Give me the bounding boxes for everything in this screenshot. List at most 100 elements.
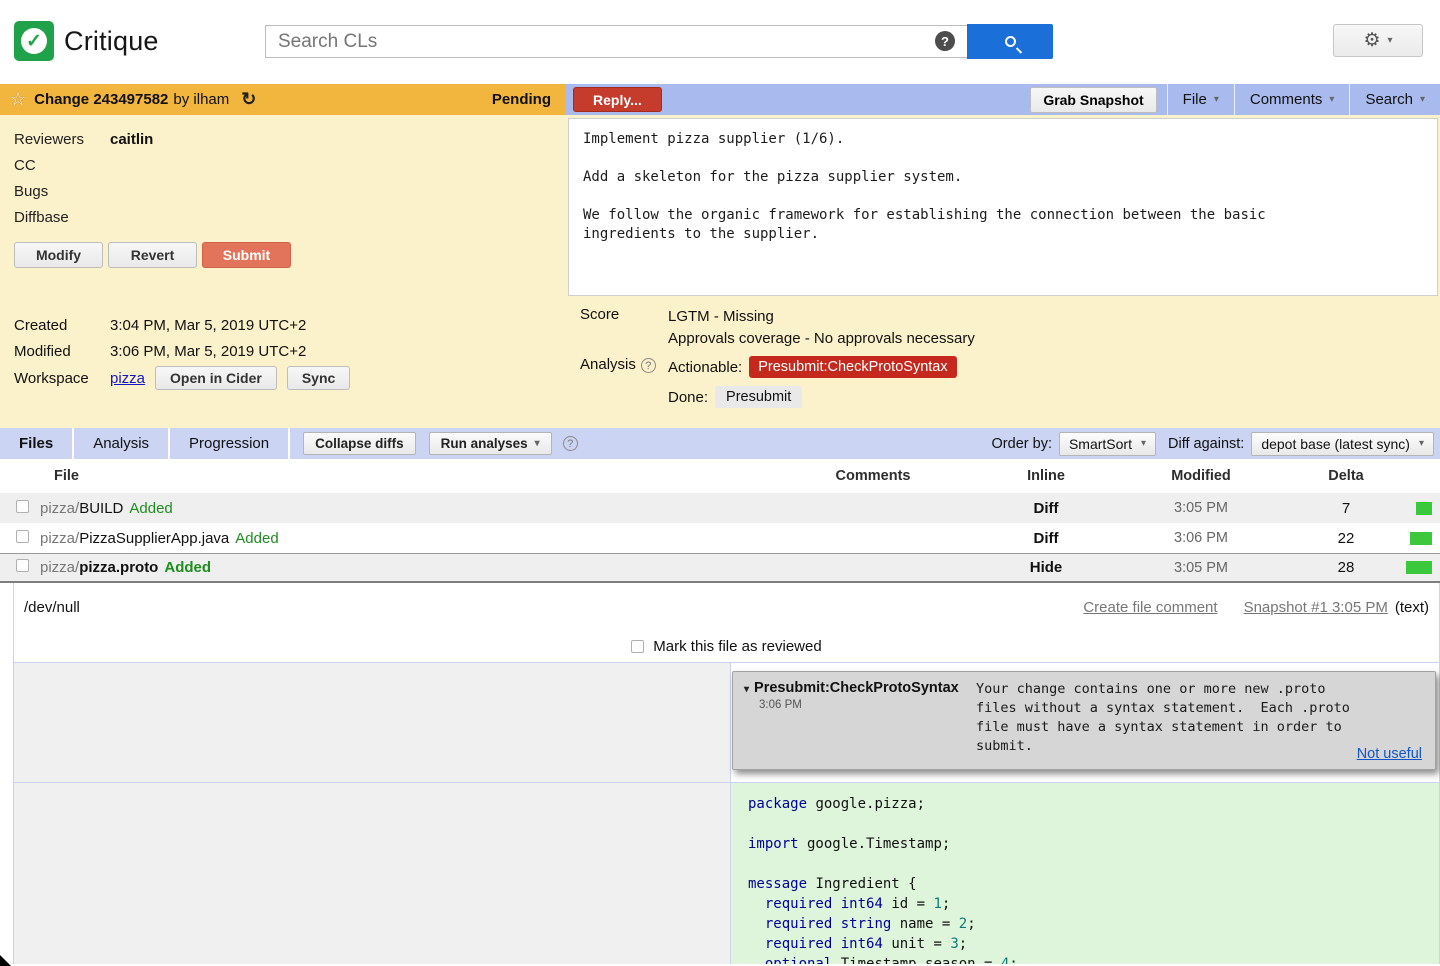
snapshot-link[interactable]: Snapshot #1 3:05 PM (1244, 599, 1388, 616)
diff-old-side-empty (14, 663, 731, 783)
check-icon: ✓ (21, 28, 47, 54)
change-title: Change 243497582 (34, 91, 168, 108)
score-lgtm: LGTM - Missing (668, 308, 774, 325)
code-line: required int64 unit = 3; (748, 934, 1439, 954)
diffbase-label: Diffbase (14, 205, 110, 231)
reviewers-row: Reviewers caitlin (14, 127, 565, 153)
file-checkbox[interactable] (16, 559, 29, 572)
bugs-row: Bugs (14, 179, 565, 205)
corner-wedge-icon (0, 955, 11, 966)
analyses-help-icon[interactable]: ? (563, 436, 578, 451)
workspace-link[interactable]: pizza (110, 370, 145, 387)
search-menu[interactable]: Search ▾ (1349, 84, 1440, 115)
file-delta: 28 (1296, 559, 1396, 576)
grab-snapshot-button[interactable]: Grab Snapshot (1030, 87, 1156, 113)
file-checkbox[interactable] (16, 500, 29, 513)
search-bar: ? (265, 24, 1053, 59)
chevron-down-icon: ▾ (1420, 94, 1425, 105)
sync-button[interactable]: Sync (287, 366, 350, 390)
modify-button[interactable]: Modify (14, 242, 103, 268)
settings-button[interactable]: ⚙ ▾ (1333, 24, 1423, 57)
search-button[interactable] (967, 24, 1053, 59)
create-file-comment-link[interactable]: Create file comment (1083, 599, 1217, 616)
file-row-pizza-proto[interactable]: pizza/pizza.protoAdded Hide 3:05 PM 28 (0, 553, 1440, 583)
analysis-help-icon[interactable]: ? (641, 358, 656, 373)
cl-summary: ☆ Change 243497582 by ilham ↻ Pending (0, 84, 565, 115)
code-line: required int64 id = 1; (748, 894, 1439, 914)
not-useful-link[interactable]: Not useful (1357, 746, 1422, 762)
file-row-pizzasupplierapp[interactable]: pizza/PizzaSupplierApp.javaAdded Diff 3:… (0, 523, 1440, 553)
diff-link[interactable]: Diff (1034, 500, 1059, 517)
order-by-label: Order by: (992, 436, 1052, 452)
diff-old-side-empty (14, 783, 731, 964)
chevron-down-icon: ▾ (1141, 438, 1146, 449)
finding-title: Presubmit:CheckProtoSyntax (754, 680, 959, 696)
order-by-select[interactable]: SmartSort ▾ (1059, 432, 1156, 456)
file-diff-view: /dev/null Create file comment Snapshot #… (13, 583, 1440, 964)
chevron-down-icon: ▾ (1419, 438, 1424, 449)
app-title: Critique (64, 26, 159, 57)
diff-against-select[interactable]: depot base (latest sync) ▾ (1251, 432, 1434, 456)
col-inline: Inline (986, 468, 1106, 484)
open-in-cider-button[interactable]: Open in Cider (155, 366, 277, 390)
score-row: Score LGTM - Missing Approvals coverage … (568, 306, 1438, 349)
refresh-icon[interactable]: ↻ (241, 89, 256, 110)
old-file-path: /dev/null (24, 599, 80, 616)
star-icon[interactable]: ☆ (10, 89, 26, 110)
col-file: File (40, 468, 760, 484)
code-line (748, 814, 1439, 834)
file-checkbox[interactable] (16, 530, 29, 543)
status-badge: Pending (492, 91, 551, 108)
created-label: Created (14, 317, 110, 334)
code-line (748, 854, 1439, 874)
submit-button[interactable]: Submit (202, 242, 291, 268)
cl-info-panel: Reviewers caitlin CC Bugs Diffbase Modif… (0, 115, 1440, 428)
chevron-down-icon: ▾ (1214, 94, 1219, 105)
diffbase-row: Diffbase (14, 205, 565, 231)
workspace-row: Workspace pizza Open in Cider Sync (14, 365, 565, 392)
app-header: ✓ Critique ? ⚙ ▾ (0, 0, 1440, 84)
collapse-triangle-icon[interactable]: ▾ (744, 684, 749, 695)
tab-analysis[interactable]: Analysis (74, 428, 170, 459)
file-name: pizza.proto (79, 559, 158, 576)
collapse-diffs-button[interactable]: Collapse diffs (303, 432, 416, 455)
comments-menu[interactable]: Comments ▾ (1234, 84, 1350, 115)
files-tab-strip: Files Analysis Progression Collapse diff… (0, 428, 1440, 459)
score-label: Score (580, 306, 619, 323)
reviewers-value[interactable]: caitlin (110, 127, 153, 153)
reviewers-label: Reviewers (14, 127, 110, 153)
code-line: optional Timestamp season = 4; (748, 954, 1439, 964)
mark-reviewed-checkbox[interactable] (631, 640, 644, 653)
diff-comment-band: ▾ Presubmit:CheckProtoSyntax 3:06 PM You… (731, 663, 1439, 783)
run-analyses-button[interactable]: Run analyses ▾ (429, 432, 552, 455)
cc-row: CC (14, 153, 565, 179)
cl-description: Implement pizza supplier (1/6). Add a sk… (568, 118, 1438, 296)
col-delta: Delta (1296, 468, 1396, 484)
finding-time: 3:06 PM (759, 699, 976, 711)
search-help-icon[interactable]: ? (935, 31, 955, 51)
search-input[interactable] (265, 25, 967, 58)
cl-header-bar: ☆ Change 243497582 by ilham ↻ Pending Re… (0, 84, 1440, 115)
file-row-build[interactable]: pizza/BUILDAdded Diff 3:05 PM 7 (0, 493, 1440, 523)
chevron-down-icon: ▾ (535, 438, 540, 449)
score-approvals: Approvals coverage - No approvals necess… (668, 330, 975, 347)
diff-against-label: Diff against: (1168, 436, 1244, 452)
actionable-finding-badge[interactable]: Presubmit:CheckProtoSyntax (749, 356, 956, 378)
workspace-label: Workspace (14, 370, 110, 387)
delta-bar (1410, 532, 1432, 545)
tab-files[interactable]: Files (0, 428, 74, 459)
diff-link[interactable]: Diff (1034, 530, 1059, 547)
file-menu[interactable]: File ▾ (1167, 84, 1234, 115)
file-delta: 22 (1296, 530, 1396, 547)
revert-button[interactable]: Revert (108, 242, 197, 268)
hide-link[interactable]: Hide (1030, 559, 1063, 576)
actionable-label: Actionable: (668, 359, 742, 376)
modified-label: Modified (14, 343, 110, 360)
tab-progression[interactable]: Progression (170, 428, 290, 459)
reply-button[interactable]: Reply... (573, 87, 662, 112)
cc-label: CC (14, 153, 110, 179)
done-finding-badge[interactable]: Presubmit (715, 386, 802, 408)
done-label: Done: (668, 389, 708, 406)
code-line: required string name = 2; (748, 914, 1439, 934)
file-modified: 3:05 PM (1106, 560, 1296, 576)
